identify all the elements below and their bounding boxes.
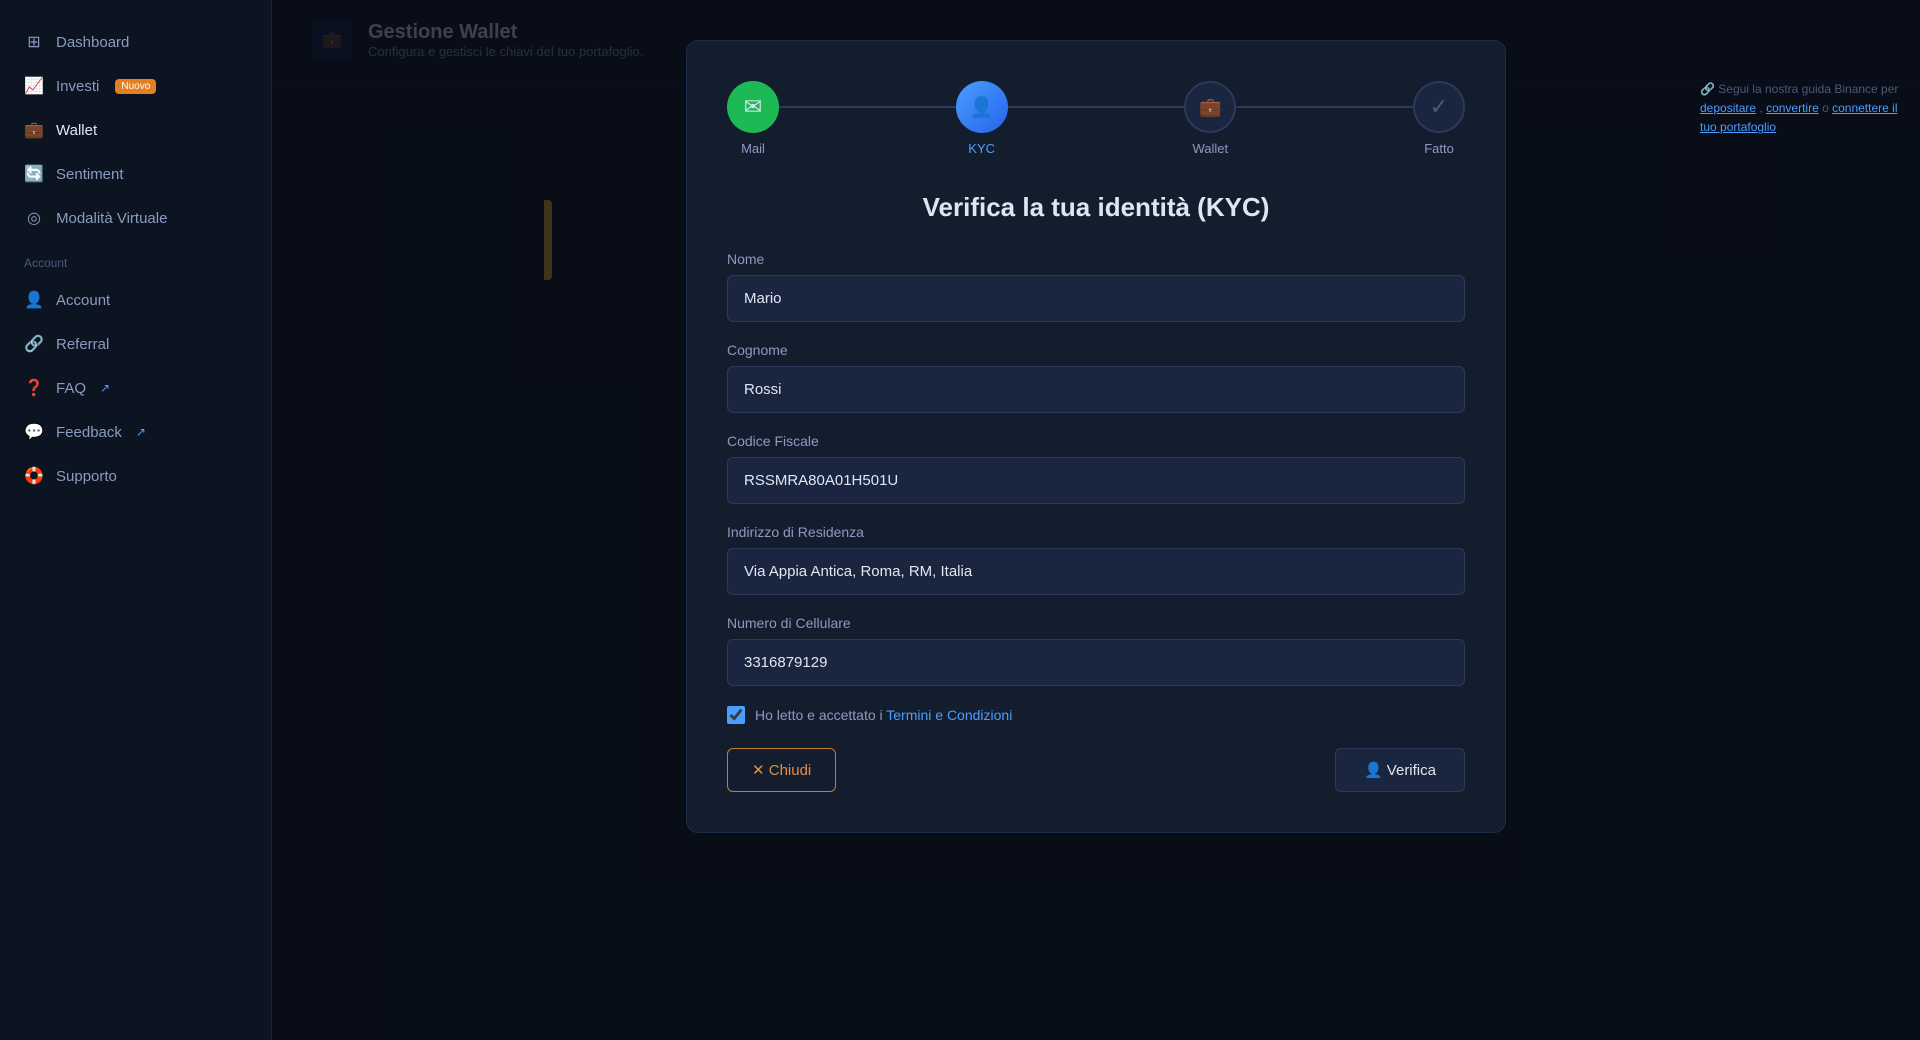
codice-fiscale-group: Codice Fiscale: [727, 433, 1465, 504]
investi-icon: 📈: [24, 76, 44, 96]
terms-link[interactable]: Termini e Condizioni: [886, 707, 1012, 723]
faq-icon: ❓: [24, 378, 44, 398]
referral-icon: 🔗: [24, 334, 44, 354]
cellulare-input[interactable]: [727, 639, 1465, 686]
step-wallet: 💼 Wallet: [1184, 81, 1236, 156]
indirizzo-label: Indirizzo di Residenza: [727, 524, 1465, 540]
fatto-step-icon: ✓: [1430, 94, 1448, 120]
sidebar: ⊞ Dashboard 📈 Investi Nuovo 💼 Wallet 🔄 S…: [0, 0, 272, 1040]
deposit-link[interactable]: depositare: [1700, 101, 1756, 115]
step-wallet-label: Wallet: [1193, 141, 1229, 156]
cellulare-group: Numero di Cellulare: [727, 615, 1465, 686]
step-connector-3: [1236, 106, 1413, 108]
sidebar-item-label: Referral: [56, 336, 109, 353]
new-badge: Nuovo: [115, 79, 156, 94]
sidebar-item-dashboard[interactable]: ⊞ Dashboard: [0, 20, 271, 64]
nome-input[interactable]: [727, 275, 1465, 322]
sidebar-item-account[interactable]: 👤 Account: [0, 278, 271, 322]
indirizzo-group: Indirizzo di Residenza: [727, 524, 1465, 595]
stepper: ✉ Mail 👤 KYC 💼 Wa: [727, 81, 1465, 156]
sidebar-item-label: Supporto: [56, 468, 117, 485]
modal-footer: ✕ Chiudi 👤 Verifica: [727, 748, 1465, 792]
sidebar-item-wallet[interactable]: 💼 Wallet: [0, 108, 271, 152]
codice-fiscale-input[interactable]: [727, 457, 1465, 504]
cellulare-label: Numero di Cellulare: [727, 615, 1465, 631]
sentiment-icon: 🔄: [24, 164, 44, 184]
kyc-step-icon: 👤: [969, 95, 994, 120]
wallet-step-icon: 💼: [1199, 97, 1221, 118]
feedback-icon: 💬: [24, 422, 44, 442]
sidebar-item-supporto[interactable]: 🛟 Supporto: [0, 454, 271, 498]
nome-label: Nome: [727, 251, 1465, 267]
right-hint: 🔗 Segui la nostra guida Binance per depo…: [1700, 80, 1900, 138]
cognome-input[interactable]: [727, 366, 1465, 413]
nome-group: Nome: [727, 251, 1465, 322]
modal-overlay: ✉ Mail 👤 KYC 💼 Wa: [272, 0, 1920, 1040]
step-kyc-circle: 👤: [956, 81, 1008, 133]
sidebar-item-referral[interactable]: 🔗 Referral: [0, 322, 271, 366]
sidebar-item-feedback[interactable]: 💬 Feedback ↗: [0, 410, 271, 454]
step-mail-label: Mail: [741, 141, 765, 156]
mail-step-icon: ✉: [744, 94, 762, 120]
sidebar-item-label: Wallet: [56, 122, 97, 139]
close-button[interactable]: ✕ Chiudi: [727, 748, 836, 792]
sidebar-item-label: Feedback: [56, 424, 122, 441]
step-fatto: ✓ Fatto: [1413, 81, 1465, 156]
sidebar-item-sentiment[interactable]: 🔄 Sentiment: [0, 152, 271, 196]
sidebar-item-label: Modalità Virtuale: [56, 210, 167, 227]
step-mail: ✉ Mail: [727, 81, 779, 156]
step-fatto-label: Fatto: [1424, 141, 1454, 156]
virtual-mode-icon: ◎: [24, 208, 44, 228]
convert-link[interactable]: convertire: [1766, 101, 1819, 115]
cognome-label: Cognome: [727, 342, 1465, 358]
modal-title: Verifica la tua identità (KYC): [727, 192, 1465, 223]
sidebar-item-label: Account: [56, 292, 110, 309]
sidebar-item-label: Dashboard: [56, 34, 129, 51]
step-connector-2: [1008, 106, 1185, 108]
terms-checkbox-row: Ho letto e accettato i Termini e Condizi…: [727, 706, 1465, 724]
indirizzo-input[interactable]: [727, 548, 1465, 595]
external-link-icon: ↗: [100, 381, 110, 395]
sidebar-item-faq[interactable]: ❓ FAQ ↗: [0, 366, 271, 410]
verify-button[interactable]: 👤 Verifica: [1335, 748, 1465, 792]
sidebar-item-label: FAQ: [56, 380, 86, 397]
terms-label: Ho letto e accettato i Termini e Condizi…: [755, 707, 1012, 723]
wallet-icon: 💼: [24, 120, 44, 140]
step-wallet-circle: 💼: [1184, 81, 1236, 133]
cognome-group: Cognome: [727, 342, 1465, 413]
step-kyc-label: KYC: [968, 141, 995, 156]
step-mail-circle: ✉: [727, 81, 779, 133]
account-section-label: Account: [0, 240, 271, 278]
main-area: 💼 Gestione Wallet Configura e gestisci l…: [272, 0, 1920, 1040]
kyc-modal: ✉ Mail 👤 KYC 💼 Wa: [686, 40, 1506, 833]
sidebar-item-modalita-virtuale[interactable]: ◎ Modalità Virtuale: [0, 196, 271, 240]
supporto-icon: 🛟: [24, 466, 44, 486]
step-kyc: 👤 KYC: [956, 81, 1008, 156]
terms-checkbox[interactable]: [727, 706, 745, 724]
external-link-icon2: ↗: [136, 425, 146, 439]
step-fatto-circle: ✓: [1413, 81, 1465, 133]
codice-fiscale-label: Codice Fiscale: [727, 433, 1465, 449]
dashboard-icon: ⊞: [24, 32, 44, 52]
sidebar-item-label: Sentiment: [56, 166, 124, 183]
sidebar-item-investi[interactable]: 📈 Investi Nuovo: [0, 64, 271, 108]
account-icon: 👤: [24, 290, 44, 310]
step-connector-1: [779, 106, 956, 108]
sidebar-item-label: Investi: [56, 78, 99, 95]
